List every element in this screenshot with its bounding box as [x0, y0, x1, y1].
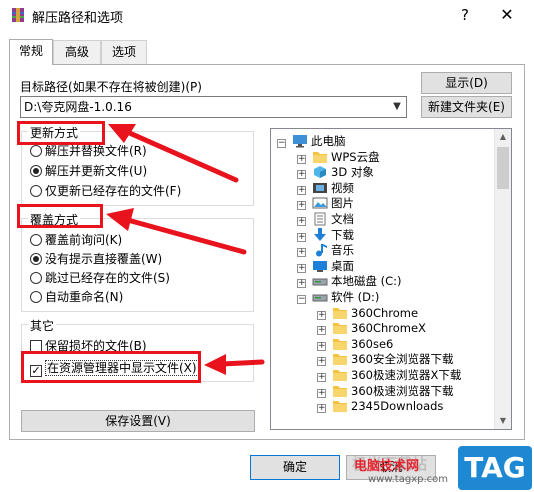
watermark-tag-logo: TAG — [458, 446, 532, 490]
arrow-to-overwrite — [106, 208, 247, 255]
arrow-to-show-in-explorer — [204, 354, 265, 375]
watermark-url: www.tagxp.com — [368, 474, 448, 485]
annotation-arrows — [106, 124, 265, 375]
watermark-site: 电脑技术网 — [354, 459, 420, 474]
arrow-to-update — [108, 124, 239, 183]
